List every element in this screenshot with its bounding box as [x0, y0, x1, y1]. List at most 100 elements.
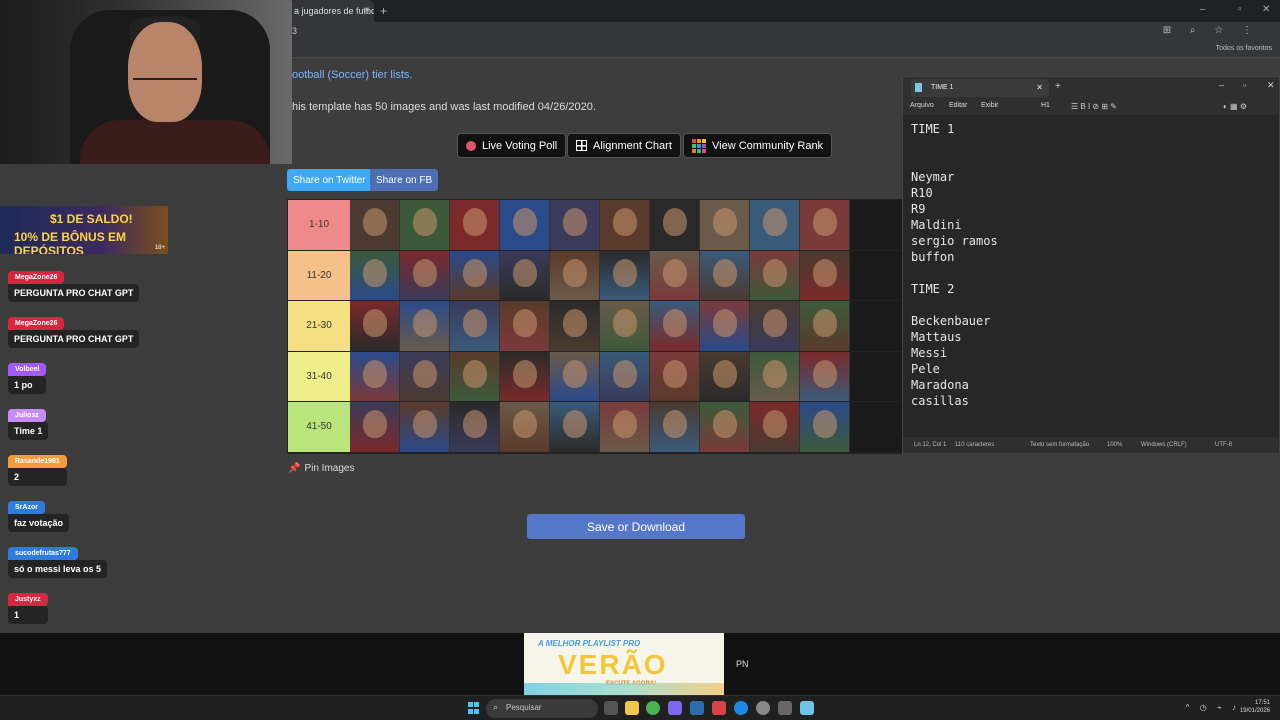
player-image[interactable] — [600, 250, 650, 300]
player-image[interactable] — [750, 200, 800, 250]
player-image[interactable] — [350, 351, 400, 401]
windows-start-icon[interactable] — [468, 702, 480, 714]
tier-label[interactable]: 31-40 — [288, 351, 350, 401]
player-image[interactable] — [400, 250, 450, 300]
close-window-icon[interactable]: ✕ — [1262, 4, 1270, 15]
player-image[interactable] — [350, 301, 400, 351]
tier-label[interactable]: 21-30 — [288, 301, 350, 351]
player-image[interactable] — [550, 200, 600, 250]
notepad-close-icon[interactable]: ✕ — [1267, 80, 1275, 91]
player-image[interactable] — [700, 250, 750, 300]
browser-tab[interactable]: a jugadores de futbol d × — [290, 0, 374, 22]
chrome-alt-icon[interactable] — [756, 701, 770, 715]
notepad-minimize-icon[interactable]: – — [1219, 80, 1224, 90]
notepad-tab-close-icon[interactable]: ✕ — [1036, 83, 1043, 92]
player-image[interactable] — [500, 301, 550, 351]
tier-label[interactable]: 41-50 — [288, 402, 350, 452]
live-voting-button[interactable]: Live Voting Poll — [457, 133, 567, 158]
player-image[interactable] — [750, 402, 800, 452]
search-icon: ⌕ — [493, 702, 499, 712]
player-image[interactable] — [800, 200, 850, 250]
player-image[interactable] — [400, 351, 450, 401]
player-image[interactable] — [600, 351, 650, 401]
settings-icons[interactable]: ◐ ▦ ⚙ — [1223, 102, 1247, 111]
player-image[interactable] — [750, 301, 800, 351]
player-image[interactable] — [700, 301, 750, 351]
player-image[interactable] — [500, 250, 550, 300]
media-app-icon[interactable] — [712, 701, 726, 715]
all-bookmarks-link[interactable]: Todos os favoritos — [1216, 45, 1272, 52]
community-rank-button[interactable]: View Community Rank — [683, 133, 833, 158]
share-fb-button[interactable]: Share on FB — [370, 169, 439, 191]
player-image[interactable] — [750, 250, 800, 300]
chrome-icon[interactable] — [646, 701, 660, 715]
player-image[interactable] — [700, 200, 750, 250]
heading-dropdown[interactable]: H1 — [1041, 102, 1050, 109]
player-image[interactable] — [700, 402, 750, 452]
notepad-text-area[interactable]: TIME 1 Neymar R10 R9 Maldini sergio ramo… — [911, 121, 998, 409]
player-image[interactable] — [350, 200, 400, 250]
taskbar-search[interactable]: ⌕ Pesquisar — [486, 699, 598, 718]
task-view-icon[interactable] — [604, 701, 618, 715]
player-image[interactable] — [400, 200, 450, 250]
maximize-icon[interactable]: ▫ — [1238, 4, 1242, 15]
file-explorer-icon[interactable] — [625, 701, 639, 715]
player-image[interactable] — [800, 351, 850, 401]
player-image[interactable] — [800, 250, 850, 300]
app-icon[interactable] — [668, 701, 682, 715]
menu-view[interactable]: Exibir — [981, 102, 999, 109]
player-image[interactable] — [400, 301, 450, 351]
edge-icon[interactable] — [734, 701, 748, 715]
player-image[interactable] — [700, 351, 750, 401]
player-image[interactable] — [650, 402, 700, 452]
settings-icon[interactable] — [778, 701, 792, 715]
player-image[interactable] — [600, 200, 650, 250]
notepad-maximize-icon[interactable]: ▫ — [1243, 80, 1246, 90]
pin-images-toggle[interactable]: 📌 Pin Images — [288, 463, 354, 474]
system-tray-icons[interactable]: ^ ◷ ⌁ ♪ — [1186, 703, 1240, 712]
notepad-tab[interactable]: TIME 1 ✕ — [911, 79, 1049, 97]
player-image[interactable] — [500, 402, 550, 452]
player-image[interactable] — [800, 402, 850, 452]
player-image[interactable] — [600, 402, 650, 452]
player-image[interactable] — [550, 402, 600, 452]
player-image[interactable] — [550, 250, 600, 300]
player-image[interactable] — [800, 301, 850, 351]
tier-lists-link[interactable]: ootball (Soccer) tier lists. — [292, 69, 412, 81]
close-tab-icon[interactable]: × — [364, 5, 370, 16]
alignment-chart-button[interactable]: Alignment Chart — [567, 133, 681, 158]
player-image[interactable] — [450, 200, 500, 250]
player-image[interactable] — [350, 402, 400, 452]
toolbar-icons[interactable]: ⊞ ⌕ ☆ ⋮ — [1163, 25, 1260, 36]
address-text[interactable]: 3 — [292, 26, 297, 36]
player-image[interactable] — [450, 250, 500, 300]
player-image[interactable] — [550, 351, 600, 401]
tier-label[interactable]: 1-10 — [288, 200, 350, 250]
menu-edit[interactable]: Editar — [949, 102, 967, 109]
new-tab-button[interactable]: + — [380, 4, 387, 18]
player-image[interactable] — [550, 301, 600, 351]
player-image[interactable] — [650, 351, 700, 401]
save-download-button[interactable]: Save or Download — [527, 514, 745, 539]
format-tools-icons[interactable]: ☰ B I ⊘ ⊞ ✎ — [1071, 102, 1117, 111]
share-twitter-button[interactable]: Share on Twitter — [287, 169, 372, 191]
player-image[interactable] — [500, 200, 550, 250]
menu-file[interactable]: Arquivo — [910, 102, 934, 109]
notepad-new-tab-icon[interactable]: + — [1055, 81, 1061, 92]
taskbar-clock[interactable]: 17:51 19/01/2026 — [1240, 699, 1270, 715]
player-image[interactable] — [750, 351, 800, 401]
minimize-icon[interactable]: – — [1200, 4, 1206, 15]
player-image[interactable] — [450, 351, 500, 401]
player-image[interactable] — [400, 402, 450, 452]
player-image[interactable] — [600, 301, 650, 351]
player-image[interactable] — [650, 301, 700, 351]
player-image[interactable] — [450, 301, 500, 351]
notepad-taskbar-icon[interactable] — [800, 701, 814, 715]
player-image[interactable] — [450, 402, 500, 452]
tier-label[interactable]: 11-20 — [288, 250, 350, 300]
player-image[interactable] — [650, 200, 700, 250]
player-image[interactable] — [650, 250, 700, 300]
player-image[interactable] — [350, 250, 400, 300]
steam-icon[interactable] — [690, 701, 704, 715]
player-image[interactable] — [500, 351, 550, 401]
